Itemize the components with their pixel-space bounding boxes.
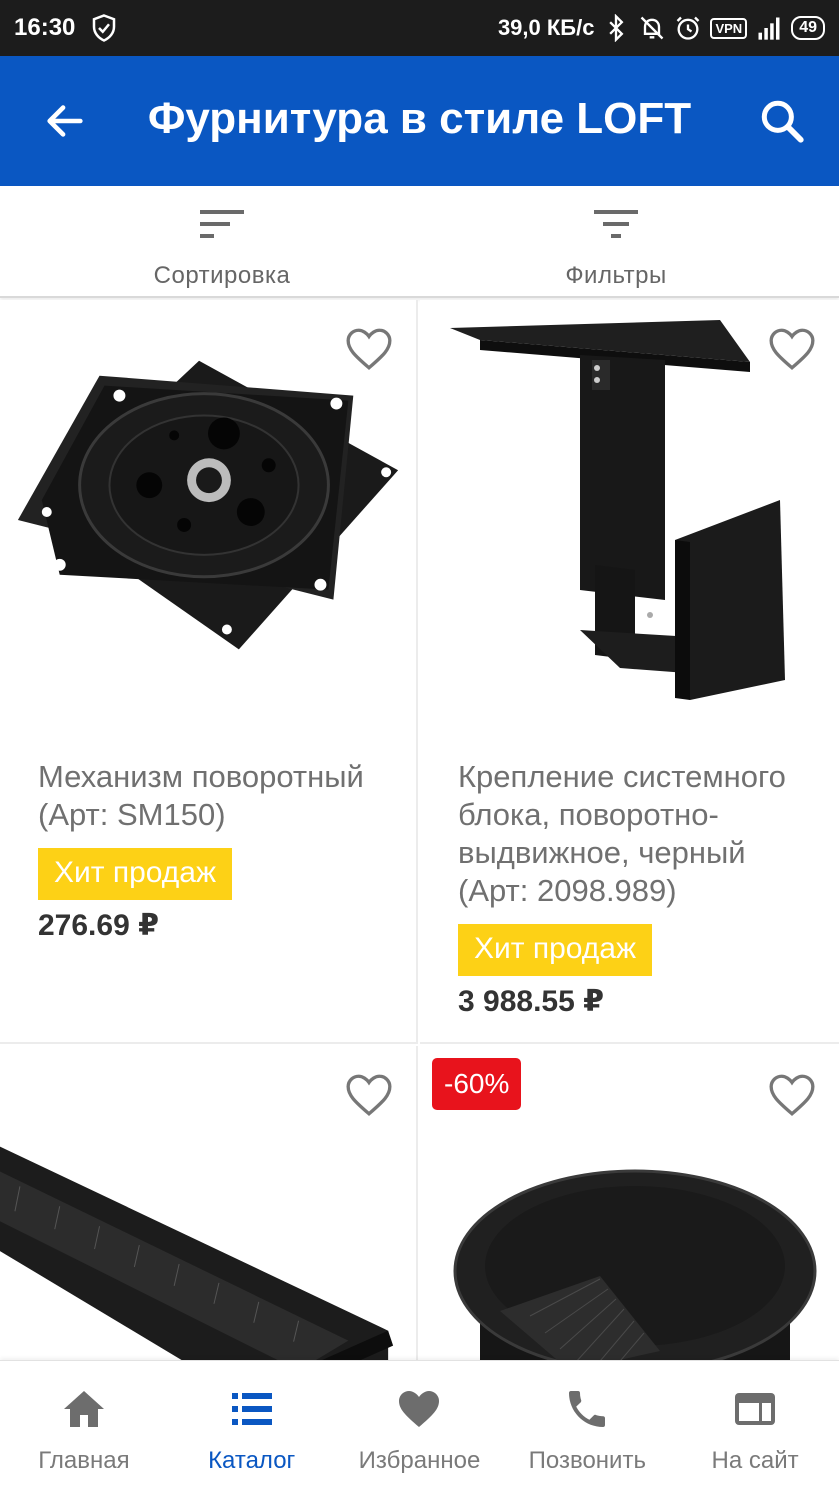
nav-website-label: На сайт: [711, 1447, 799, 1474]
nav-favorites-label: Избранное: [358, 1447, 481, 1474]
favorite-heart-icon[interactable]: [767, 1072, 817, 1118]
bottom-navigation: Главная Каталог Избранное Позвонить На с…: [0, 1360, 839, 1492]
nav-call[interactable]: Позвонить: [503, 1361, 671, 1492]
product-grid: Механизм поворотный (Арт: SM150) Хит про…: [0, 300, 839, 1360]
status-time: 16:30: [14, 14, 76, 41]
bluetooth-icon: [609, 14, 624, 42]
sort-button[interactable]: Сортировка: [12, 186, 432, 296]
search-icon[interactable]: [757, 96, 807, 146]
vpn-icon: VPN: [710, 17, 748, 39]
filter-button[interactable]: Фильтры: [406, 186, 826, 296]
signal-icon: [758, 17, 780, 40]
network-speed: 39,0 КБ/с: [497, 15, 595, 40]
product-price: 3 988.55 ₽: [458, 985, 604, 1018]
product-card[interactable]: -60%: [420, 1046, 839, 1360]
filter-icon: [594, 210, 638, 238]
product-card[interactable]: Крепление системного блока, поворотно-вы…: [420, 300, 839, 1044]
heart-icon: [399, 1391, 440, 1427]
nav-favorites[interactable]: Избранное: [336, 1361, 504, 1492]
product-card[interactable]: Механизм поворотный (Арт: SM150) Хит про…: [0, 300, 418, 1044]
list-icon: [231, 1393, 272, 1425]
product-name[interactable]: Крепление системного блока, поворотно-вы…: [458, 758, 819, 910]
favorite-heart-icon[interactable]: [767, 326, 817, 372]
battery-icon: 49: [791, 16, 825, 40]
back-arrow-icon[interactable]: [42, 98, 88, 144]
product-meta: Хит продаж 3 988.55 ₽: [458, 924, 653, 1019]
sort-label: Сортировка: [153, 262, 291, 289]
nav-catalog[interactable]: Каталог: [168, 1361, 336, 1492]
bestseller-badge: Хит продаж: [458, 924, 653, 976]
product-card[interactable]: [0, 1046, 418, 1360]
bell-off-icon: [641, 16, 664, 40]
sort-filter-bar: Сортировка Фильтры: [0, 186, 839, 298]
nav-catalog-label: Каталог: [208, 1447, 296, 1474]
nav-call-label: Позвонить: [528, 1447, 646, 1474]
filter-label: Фильтры: [565, 262, 667, 289]
sort-icon: [200, 210, 244, 238]
app-bar: Фурнитура в стиле LOFT: [0, 56, 839, 186]
status-bar: 16:30 39,0 КБ/с VPN 49: [0, 0, 839, 56]
favorite-heart-icon[interactable]: [344, 326, 394, 372]
shield-check-icon: [93, 14, 116, 42]
page-title: Фурнитура в стиле LOFT: [147, 94, 692, 143]
browser-icon: [735, 1393, 776, 1425]
home-icon: [63, 1391, 104, 1427]
product-name[interactable]: Механизм поворотный (Арт: SM150): [38, 758, 396, 834]
favorite-heart-icon[interactable]: [344, 1072, 394, 1118]
nav-home[interactable]: Главная: [0, 1361, 168, 1492]
product-price: 276.69 ₽: [38, 909, 159, 942]
nav-home-label: Главная: [38, 1447, 130, 1474]
alarm-icon: [677, 16, 700, 40]
bestseller-badge: Хит продаж: [38, 848, 233, 900]
product-meta: Хит продаж 276.69 ₽: [38, 848, 233, 943]
nav-website[interactable]: На сайт: [671, 1361, 839, 1492]
discount-badge: -60%: [432, 1058, 522, 1110]
phone-icon: [569, 1391, 606, 1427]
